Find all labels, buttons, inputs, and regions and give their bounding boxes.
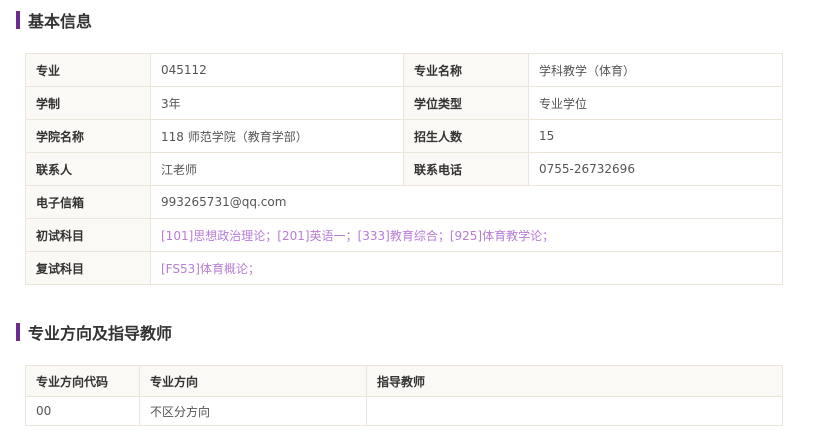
table-row: 专业 045112 专业名称 学科教学（体育） xyxy=(25,53,783,87)
table-row: 学院名称 118 师范学院（教育学部） 招生人数 15 xyxy=(25,119,783,153)
duration-value: 3年 xyxy=(150,86,404,120)
phone-label: 联系电话 xyxy=(403,152,529,186)
table-row: 电子信箱 993265731@qq.com xyxy=(25,185,783,219)
table-row: 初试科目 [101]思想政治理论；[201]英语一；[333]教育综合；[925… xyxy=(25,218,783,252)
prelim-subjects-value: [101]思想政治理论；[201]英语一；[333]教育综合；[925]体育教学… xyxy=(150,218,783,252)
header-direction: 专业方向 xyxy=(139,365,367,397)
retest-subject-link[interactable]: [FS53]体育概论； xyxy=(161,262,260,276)
table-row: 学制 3年 学位类型 专业学位 xyxy=(25,86,783,120)
email-value: 993265731@qq.com xyxy=(150,185,783,219)
table-header-row: 专业方向代码 专业方向 指导教师 xyxy=(25,365,783,397)
direction-code-cell: 00 xyxy=(25,396,140,426)
email-label: 电子信箱 xyxy=(25,185,151,219)
directions-table: 专业方向代码 专业方向 指导教师 00 不区分方向 xyxy=(25,365,783,426)
phone-value: 0755-26732696 xyxy=(528,152,783,186)
section-title-text: 专业方向及指导教师 xyxy=(28,324,173,343)
college-value: 118 师范学院（教育学部） xyxy=(150,119,404,153)
section-title-directions: 专业方向及指导教师 xyxy=(16,322,173,343)
retest-subjects-label: 复试科目 xyxy=(25,251,151,285)
major-name-label: 专业名称 xyxy=(403,53,529,87)
advisor-cell xyxy=(366,396,783,426)
college-label: 学院名称 xyxy=(25,119,151,153)
prelim-subject-link[interactable]: [333]教育综合； xyxy=(358,229,450,243)
duration-label: 学制 xyxy=(25,86,151,120)
prelim-subject-link[interactable]: [925]体育教学论； xyxy=(450,229,554,243)
enroll-value: 15 xyxy=(528,119,783,153)
header-direction-code: 专业方向代码 xyxy=(25,365,140,397)
section-accent-bar xyxy=(16,11,20,29)
table-row: 00 不区分方向 xyxy=(25,396,783,426)
table-row: 联系人 江老师 联系电话 0755-26732696 xyxy=(25,152,783,186)
contact-label: 联系人 xyxy=(25,152,151,186)
section-title-text: 基本信息 xyxy=(28,12,93,31)
header-advisor: 指导教师 xyxy=(366,365,783,397)
major-value: 045112 xyxy=(150,53,404,87)
prelim-subject-link[interactable]: [201]英语一； xyxy=(277,229,357,243)
direction-cell: 不区分方向 xyxy=(139,396,367,426)
major-name-value: 学科教学（体育） xyxy=(528,53,783,87)
basic-info-table: 专业 045112 专业名称 学科教学（体育） 学制 3年 学位类型 专业学位 … xyxy=(25,53,783,285)
section-accent-bar xyxy=(16,323,20,341)
degree-type-value: 专业学位 xyxy=(528,86,783,120)
major-label: 专业 xyxy=(25,53,151,87)
contact-value: 江老师 xyxy=(150,152,404,186)
degree-type-label: 学位类型 xyxy=(403,86,529,120)
section-title-basic-info: 基本信息 xyxy=(16,10,93,31)
retest-subjects-value: [FS53]体育概论； xyxy=(150,251,783,285)
table-row: 复试科目 [FS53]体育概论； xyxy=(25,251,783,285)
prelim-subject-link[interactable]: [101]思想政治理论； xyxy=(161,229,277,243)
enroll-label: 招生人数 xyxy=(403,119,529,153)
prelim-subjects-label: 初试科目 xyxy=(25,218,151,252)
